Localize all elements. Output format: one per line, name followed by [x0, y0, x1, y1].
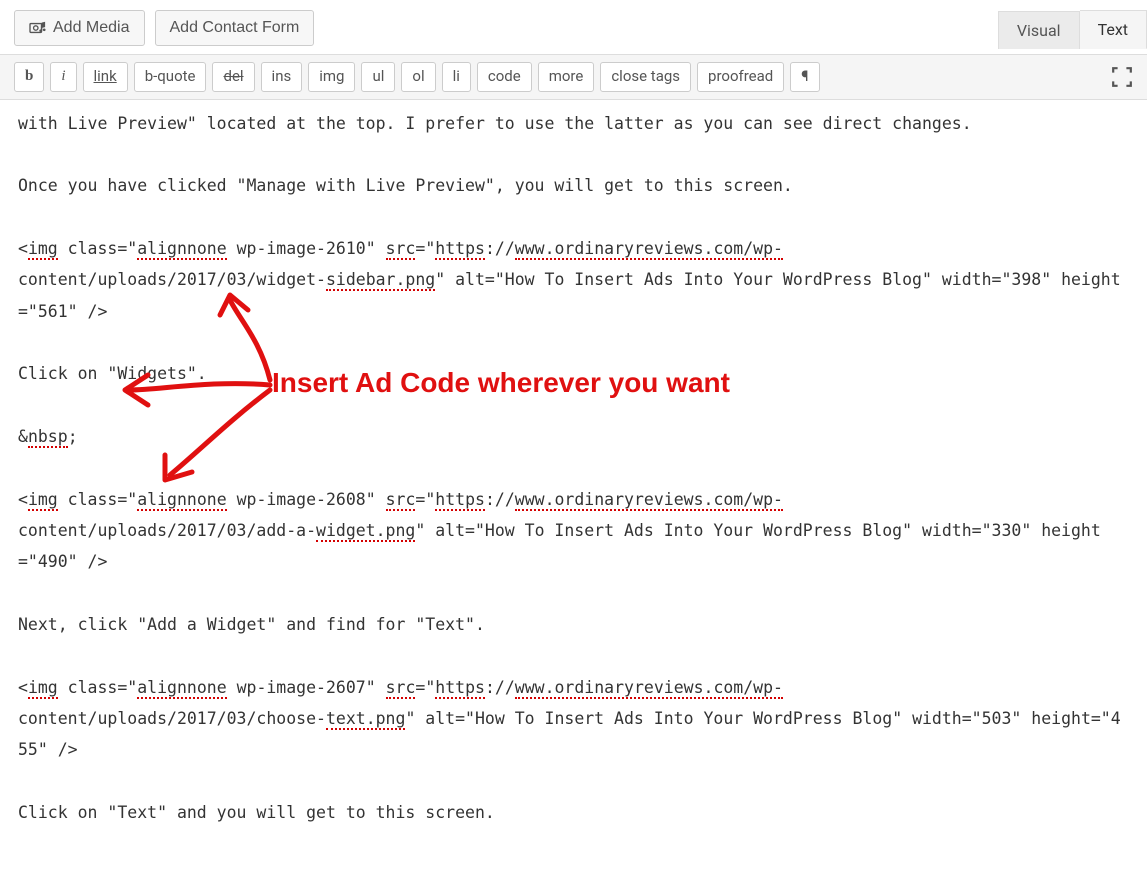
camera-music-icon [29, 20, 47, 36]
qt-more-button[interactable]: more [538, 62, 595, 92]
qt-italic-button[interactable]: i [50, 62, 76, 92]
add-media-label: Add Media [53, 19, 130, 37]
qt-ul-button[interactable]: ul [361, 62, 395, 92]
qt-close-tags-button[interactable]: close tags [600, 62, 691, 92]
quicktags-toolbar: b i link b-quote del ins img ul ol li co… [0, 54, 1147, 100]
content-textarea[interactable]: with Live Preview" located at the top. I… [0, 100, 1147, 860]
qt-img-button[interactable]: img [308, 62, 355, 92]
add-contact-form-label: Add Contact Form [170, 19, 300, 37]
qt-link-button[interactable]: link [83, 62, 128, 92]
add-contact-form-button[interactable]: Add Contact Form [155, 10, 315, 46]
qt-proofread-button[interactable]: proofread [697, 62, 784, 92]
qt-ol-button[interactable]: ol [401, 62, 435, 92]
qt-pilcrow-button[interactable]: ¶ [790, 62, 819, 92]
qt-bquote-button[interactable]: b-quote [134, 62, 207, 92]
qt-li-button[interactable]: li [442, 62, 471, 92]
qt-del-button[interactable]: del [212, 62, 254, 92]
tab-visual[interactable]: Visual [998, 11, 1080, 49]
media-toolbar: Add Media Add Contact Form Visual Text [0, 0, 1147, 54]
qt-ins-button[interactable]: ins [261, 62, 303, 92]
add-media-button[interactable]: Add Media [14, 10, 145, 46]
qt-bold-button[interactable]: b [14, 62, 44, 92]
tab-text[interactable]: Text [1080, 10, 1147, 49]
qt-code-button[interactable]: code [477, 62, 532, 92]
editor-mode-tabs: Visual Text [998, 10, 1147, 49]
fullscreen-icon[interactable] [1111, 66, 1133, 88]
